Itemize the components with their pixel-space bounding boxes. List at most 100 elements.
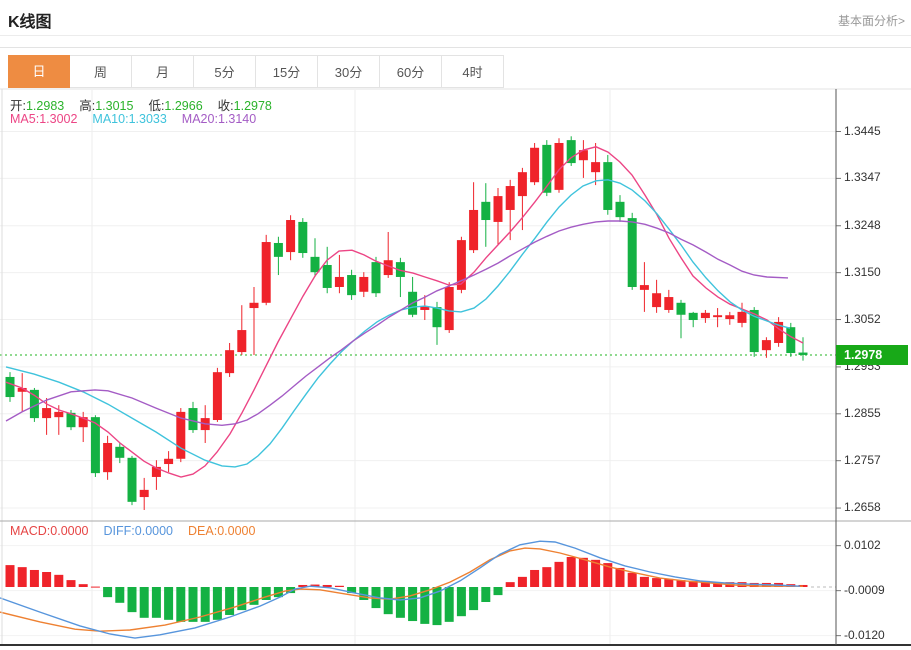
candle-body-up — [213, 372, 222, 420]
candle-body-down — [323, 265, 332, 288]
candle-body-up — [701, 313, 710, 318]
candle-body-down — [628, 218, 637, 287]
macd-bar-positive — [530, 570, 539, 587]
macd-bar-negative — [140, 587, 149, 618]
price-axis-label: 1.3150 — [844, 265, 881, 279]
candle-body-down — [115, 447, 124, 458]
price-axis-label: 1.3445 — [844, 124, 881, 138]
macd-bar-negative — [384, 587, 393, 614]
candle-body-down — [189, 408, 198, 430]
macd-bar-negative — [457, 587, 466, 616]
candle-body-down — [372, 262, 381, 293]
macd-bar-negative — [103, 587, 112, 597]
candle-body-up — [164, 459, 173, 464]
macd-bar-negative — [152, 587, 161, 618]
candle-body-down — [689, 313, 698, 320]
price-axis-label: 0.0102 — [844, 538, 881, 552]
macd-bar-positive — [91, 587, 100, 588]
candle-body-down — [786, 327, 795, 353]
candle-body-up — [103, 443, 112, 472]
macd-bar-negative — [176, 587, 185, 622]
macd-bar-positive — [42, 572, 51, 587]
candle-body-up — [664, 297, 673, 310]
candle-body-up — [530, 148, 539, 182]
price-axis-label: -0.0009 — [844, 583, 885, 597]
macd-bar-positive — [555, 562, 564, 587]
macd-bar-positive — [567, 557, 576, 587]
candle-body-down — [128, 458, 137, 502]
macd-bar-negative — [237, 587, 246, 610]
price-axis-label: -0.0120 — [844, 628, 885, 642]
price-axis-label: 1.2855 — [844, 406, 881, 420]
candle-body-down — [433, 307, 442, 327]
candle-body-up — [262, 242, 271, 303]
candle-body-down — [677, 303, 686, 315]
ma20-line — [6, 221, 788, 425]
candle-body-up — [652, 293, 661, 307]
candle-body-up — [54, 412, 63, 417]
candle-body-down — [481, 202, 490, 220]
candle-body-down — [616, 202, 625, 217]
macd-legend: MACD:0.0000DIFF:0.0000DEA:0.0000 — [10, 524, 255, 538]
macd-bar-positive — [335, 586, 344, 587]
price-axis-label: 1.3248 — [844, 218, 881, 232]
macd-bar-negative — [445, 587, 454, 622]
candle-body-up — [42, 408, 51, 418]
candle-body-up — [640, 285, 649, 290]
candle-body-up — [237, 330, 246, 352]
candle-body-up — [725, 315, 734, 319]
macd-bar-positive — [652, 578, 661, 587]
candle-body-down — [6, 377, 15, 397]
candle-body-up — [494, 196, 503, 222]
macd-bar-positive — [506, 582, 515, 587]
macd-bar-negative — [115, 587, 124, 603]
candle-body-up — [445, 287, 454, 330]
macd-bar-positive — [628, 573, 637, 587]
candle-body-down — [298, 222, 307, 253]
legend-item: DEA:0.0000 — [188, 524, 255, 538]
macd-bar-positive — [579, 558, 588, 587]
candle-body-up — [286, 220, 295, 252]
macd-bar-negative — [469, 587, 478, 610]
macd-bar-positive — [6, 565, 15, 587]
macd-bar-negative — [494, 587, 503, 595]
candle-body-up — [738, 312, 747, 323]
candle-body-down — [347, 275, 356, 295]
macd-bar-positive — [18, 567, 27, 587]
kline-app: K线图 基本面分析> 日周月5分15分30分60分4时 开:1.2983高:1.… — [0, 0, 911, 650]
macd-bar-negative — [225, 587, 234, 615]
candle-body-up — [359, 277, 368, 292]
candle-body-down — [311, 257, 320, 272]
legend-item: MA5:1.3002 — [10, 112, 77, 126]
candle-body-up — [506, 186, 515, 210]
macd-bar-positive — [79, 584, 88, 587]
candle-body-down — [603, 162, 612, 210]
macd-bar-positive — [30, 570, 39, 587]
price-axis-label: 1.3347 — [844, 170, 881, 184]
macd-bar-negative — [396, 587, 405, 618]
candle-body-up — [335, 277, 344, 287]
legend-item: MA20:1.3140 — [182, 112, 256, 126]
candle-body-up — [591, 162, 600, 172]
candle-body-up — [762, 340, 771, 350]
macd-bar-positive — [518, 577, 527, 587]
candle-body-up — [250, 303, 259, 308]
candle-body-up — [140, 490, 149, 497]
price-axis-label: 1.2658 — [844, 500, 881, 514]
macd-bar-negative — [164, 587, 173, 620]
price-axis-label: 1.2757 — [844, 453, 881, 467]
legend-item: DIFF:0.0000 — [104, 524, 173, 538]
macd-bar-positive — [54, 575, 63, 587]
candle-body-down — [567, 140, 576, 163]
candle-body-up — [713, 315, 722, 317]
macd-bar-positive — [640, 577, 649, 587]
candle-body-up — [518, 172, 527, 196]
candle-body-up — [225, 350, 234, 373]
current-price-badge: 1.2978 — [836, 345, 908, 365]
candle-body-down — [274, 243, 283, 257]
macd-bar-negative — [128, 587, 137, 612]
macd-bar-negative — [189, 587, 198, 622]
price-axis-label: 1.3052 — [844, 312, 881, 326]
ma-legend: MA5:1.3002MA10:1.3033MA20:1.3140 — [10, 112, 256, 126]
macd-bar-negative — [408, 587, 417, 621]
